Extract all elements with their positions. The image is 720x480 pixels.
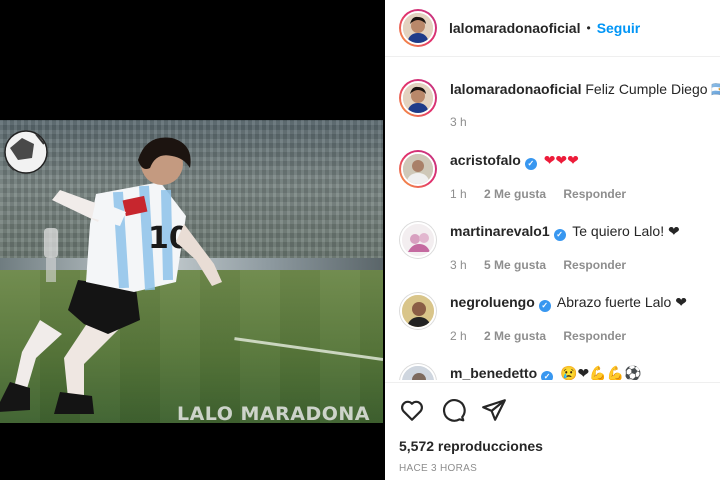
- media-panel: 10 LALO MARADONA: [0, 0, 385, 480]
- caption-avatar[interactable]: [399, 79, 437, 117]
- commenter-avatar[interactable]: [399, 363, 437, 380]
- comment-username[interactable]: m_benedetto: [450, 365, 537, 380]
- caption-text: Feliz Cumple Diego 🇦🇷: [585, 81, 720, 97]
- post-video[interactable]: 10: [0, 120, 383, 423]
- commenter-avatar[interactable]: [399, 221, 437, 259]
- comment-time[interactable]: 2 h: [450, 329, 467, 343]
- comment-time[interactable]: 3 h: [450, 258, 467, 272]
- verified-badge-icon: ✓: [538, 300, 551, 312]
- separator: •: [586, 21, 591, 35]
- comment-time[interactable]: 1 h: [450, 187, 467, 201]
- comment-username[interactable]: negroluengo: [450, 294, 535, 310]
- post-header: lalomaradonaoficial • Seguir: [385, 0, 720, 57]
- heart-icon[interactable]: [399, 397, 425, 423]
- comment-item: martinarevalo1 ✓ Te quiero Lalo! ❤ 3 h 5 …: [399, 221, 720, 272]
- verified-badge-icon: ✓: [541, 371, 554, 380]
- comment-username[interactable]: acristofalo: [450, 152, 521, 168]
- comment-item: negroluengo ✓ Abrazo fuerte Lalo ❤ 2 h 2 …: [399, 292, 720, 343]
- verified-badge-icon: ✓: [553, 229, 566, 241]
- comment-likes[interactable]: 5 Me gusta: [484, 258, 546, 272]
- owner-username[interactable]: lalomaradonaoficial: [449, 20, 580, 36]
- post-timestamp[interactable]: HACE 3 HORAS: [399, 463, 477, 474]
- comment-item: m_benedetto ✓ 😢❤💪💪⚽: [399, 363, 720, 380]
- owner-avatar[interactable]: [399, 9, 437, 47]
- commenter-avatar[interactable]: [399, 150, 437, 188]
- comment-likes[interactable]: 2 Me gusta: [484, 187, 546, 201]
- comment-icon[interactable]: [440, 397, 466, 423]
- reply-button[interactable]: Responder: [563, 329, 626, 343]
- comment-username[interactable]: martinarevalo1: [450, 223, 550, 239]
- comment-likes[interactable]: 2 Me gusta: [484, 329, 546, 343]
- comment-text: Abrazo fuerte Lalo ❤: [556, 294, 687, 310]
- post-actions: 5,572 reproducciones HACE 3 HORAS: [385, 382, 720, 480]
- verified-badge-icon: ✓: [524, 158, 537, 170]
- view-count[interactable]: 5,572 reproducciones: [399, 438, 543, 454]
- comment-text: Te quiero Lalo! ❤: [572, 223, 680, 239]
- player-illustration: 10: [0, 130, 222, 414]
- caption: lalomaradonaoficial Feliz Cumple Diego 🇦…: [399, 79, 720, 129]
- comment-item: acristofalo ✓ ❤❤❤ 1 h 2 Me gusta Responde…: [399, 150, 720, 201]
- caption-username[interactable]: lalomaradonaoficial: [450, 81, 581, 97]
- media-watermark: LALO MARADONA: [177, 403, 370, 425]
- instagram-post-view: 10 LALO MARADONA lalomaradonaoficial • S…: [0, 0, 720, 480]
- comments-list[interactable]: lalomaradonaoficial Feliz Cumple Diego 🇦…: [385, 58, 720, 380]
- post-side-panel: lalomaradonaoficial • Seguir lalomaradon…: [385, 0, 720, 480]
- follow-button[interactable]: Seguir: [597, 20, 641, 36]
- reply-button[interactable]: Responder: [563, 258, 626, 272]
- comment-text: ❤❤❤: [543, 152, 579, 168]
- share-icon[interactable]: [481, 397, 507, 423]
- commenter-avatar[interactable]: [399, 292, 437, 330]
- caption-time[interactable]: 3 h: [450, 115, 467, 129]
- reply-button[interactable]: Responder: [563, 187, 626, 201]
- comment-text: 😢❤💪💪⚽: [560, 365, 642, 380]
